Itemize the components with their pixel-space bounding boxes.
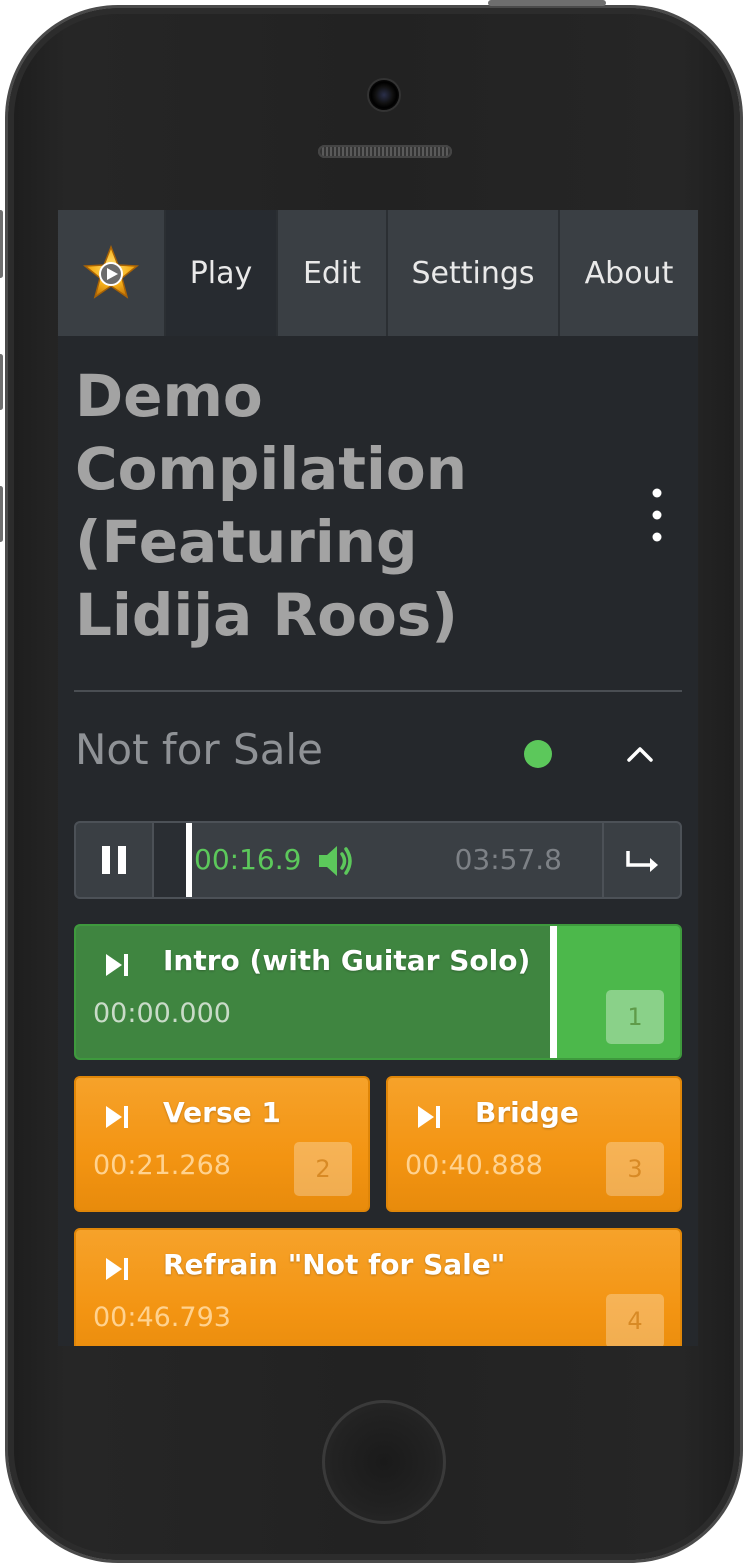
- cue-label: Bridge: [475, 1096, 579, 1129]
- tab-about[interactable]: About: [560, 210, 698, 336]
- cue-button[interactable]: Verse 1 00:21.268 2: [74, 1076, 370, 1212]
- volume-down-button: [0, 486, 3, 542]
- star-play-icon: [83, 245, 139, 299]
- cue-label: Intro (with Guitar Solo): [163, 944, 531, 977]
- collapse-track-button[interactable]: [624, 738, 656, 770]
- volume-up-button: [0, 354, 3, 410]
- play-from-cue-icon: [106, 1106, 128, 1128]
- tab-edit[interactable]: Edit: [278, 210, 388, 336]
- cue-shortcut-badge: 3: [606, 1142, 664, 1196]
- cue-label: Refrain "Not for Sale": [163, 1248, 506, 1281]
- cue-time: 00:00.000: [93, 998, 231, 1029]
- cue-time: 00:40.888: [405, 1150, 543, 1181]
- play-from-cue-icon: [418, 1106, 440, 1128]
- kebab-menu-icon: [652, 488, 662, 542]
- play-from-cue-icon: [106, 1258, 128, 1280]
- next-cue-icon: [626, 851, 658, 872]
- cue-button[interactable]: Bridge 00:40.888 3: [386, 1076, 682, 1212]
- cue-shortcut-badge: 2: [294, 1142, 352, 1196]
- cue-time: 00:21.268: [93, 1150, 231, 1181]
- chevron-up-icon: [627, 747, 653, 762]
- app-screen: Play Edit Settings About Demo Compilatio…: [58, 210, 698, 1346]
- cue-button[interactable]: Refrain "Not for Sale" 00:46.793 4: [74, 1228, 682, 1346]
- divider: [74, 690, 682, 692]
- track-status-indicator: [524, 740, 552, 768]
- navbar: Play Edit Settings About: [58, 210, 698, 336]
- mute-switch: [0, 210, 3, 278]
- cue-time: 00:46.793: [93, 1302, 231, 1333]
- power-button: [488, 0, 606, 6]
- total-time: 03:57.8: [454, 843, 562, 876]
- front-camera: [369, 80, 399, 110]
- home-button: [322, 1400, 446, 1524]
- compilation-header: Demo Compilation (Featuring Lidija Roos): [75, 360, 681, 652]
- volume-icon[interactable]: [316, 841, 356, 881]
- cue-shortcut-badge: 4: [606, 1294, 664, 1346]
- compilation-title: Demo Compilation (Featuring Lidija Roos): [75, 362, 468, 649]
- next-cue-button[interactable]: [602, 823, 680, 897]
- earpiece-speaker: [318, 145, 452, 158]
- pause-icon: [102, 846, 126, 874]
- current-time: 00:16.9: [194, 843, 302, 876]
- cue-label: Verse 1: [163, 1096, 281, 1129]
- pause-button[interactable]: [76, 823, 154, 897]
- seek-bar-cursor[interactable]: [186, 823, 192, 897]
- cue-shortcut-badge: 1: [606, 990, 664, 1044]
- tab-play[interactable]: Play: [166, 210, 278, 336]
- track-title: Not for Sale: [75, 725, 323, 774]
- brand-logo[interactable]: [58, 210, 166, 336]
- tab-settings[interactable]: Settings: [388, 210, 560, 336]
- seek-bar-elapsed: [154, 823, 186, 897]
- cue-progress-cursor: [550, 926, 557, 1058]
- compilation-menu-button[interactable]: [642, 480, 672, 550]
- cue-button[interactable]: Intro (with Guitar Solo) 00:00.000 1: [74, 924, 682, 1060]
- seek-bar[interactable]: 00:16.9 03:57.8: [154, 823, 602, 897]
- play-from-cue-icon: [106, 954, 128, 976]
- playback-bar: 00:16.9 03:57.8: [74, 821, 682, 899]
